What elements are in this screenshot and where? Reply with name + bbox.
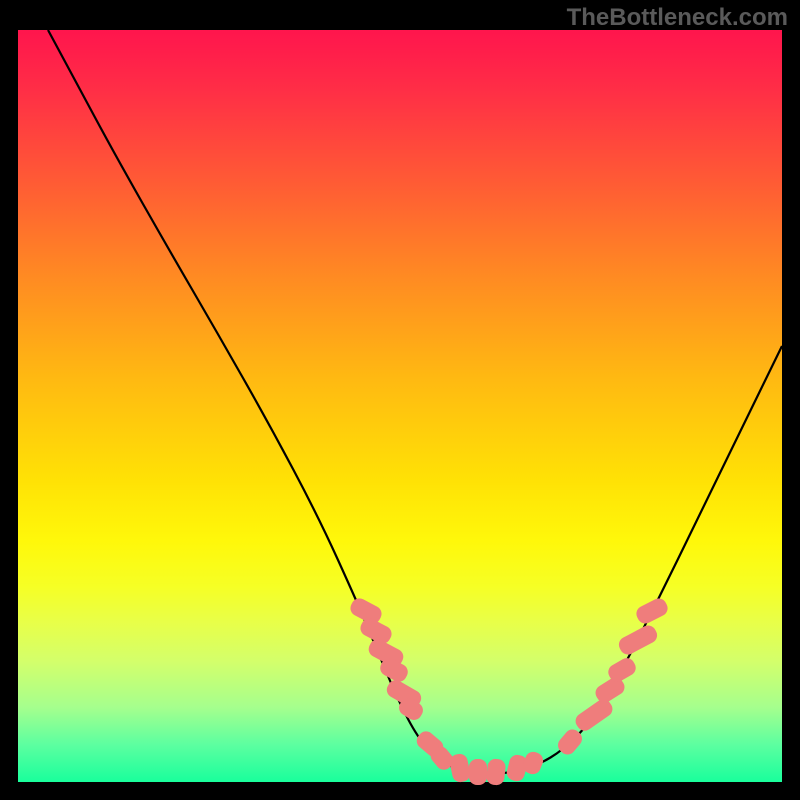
curve-marker — [469, 759, 487, 785]
attribution-text: TheBottleneck.com — [567, 4, 788, 32]
plot-gradient-background — [18, 30, 782, 782]
chart-frame — [14, 30, 786, 786]
